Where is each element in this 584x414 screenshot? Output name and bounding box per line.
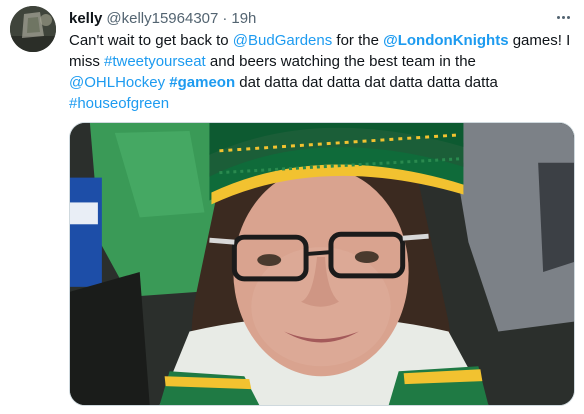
text-segment: dat datta dat datta dat datta datta datt… <box>235 74 498 91</box>
header-separator: · <box>222 9 228 27</box>
mention-link[interactable]: @OHLHockey <box>69 74 165 91</box>
tweet-text: Can't wait to get back to @BudGardens fo… <box>69 30 574 114</box>
text-segment: for the <box>332 32 384 49</box>
more-horizontal-icon[interactable] <box>553 9 573 25</box>
text-segment: games! I <box>508 32 571 49</box>
hashtag-link[interactable]: #gameon <box>169 74 235 91</box>
avatar-image <box>10 6 56 52</box>
mention-link[interactable]: @LondonKnights <box>383 32 508 49</box>
tweet-text-line-3: @OHLHockey #gameon dat datta dat datta d… <box>69 72 574 93</box>
text-segment: miss <box>69 53 104 70</box>
hashtag-link[interactable]: #tweetyourseat <box>104 53 206 70</box>
tweet-text-line-1: Can't wait to get back to @BudGardens fo… <box>69 30 574 51</box>
avatar[interactable] <box>10 6 56 52</box>
timestamp[interactable]: 19h <box>231 10 256 27</box>
mention-link[interactable]: @BudGardens <box>233 32 332 49</box>
text-segment: Can't wait to get back to <box>69 32 233 49</box>
user-handle[interactable]: @kelly15964307 <box>106 10 218 27</box>
tweet-text-line-4: #houseofgreen <box>69 93 574 114</box>
text-segment: and beers watching the best team in the <box>205 53 476 70</box>
display-name[interactable]: kelly <box>69 10 102 27</box>
tweet[interactable]: kelly @kelly15964307 · 19h Can't wait to… <box>0 0 584 414</box>
tweet-header: kelly @kelly15964307 · 19h <box>69 8 256 28</box>
selfie-photo <box>70 123 574 405</box>
hashtag-link[interactable]: #houseofgreen <box>69 95 169 112</box>
tweet-text-line-2: miss #tweetyourseat and beers watching t… <box>69 51 574 72</box>
tweet-photo[interactable] <box>69 122 575 406</box>
